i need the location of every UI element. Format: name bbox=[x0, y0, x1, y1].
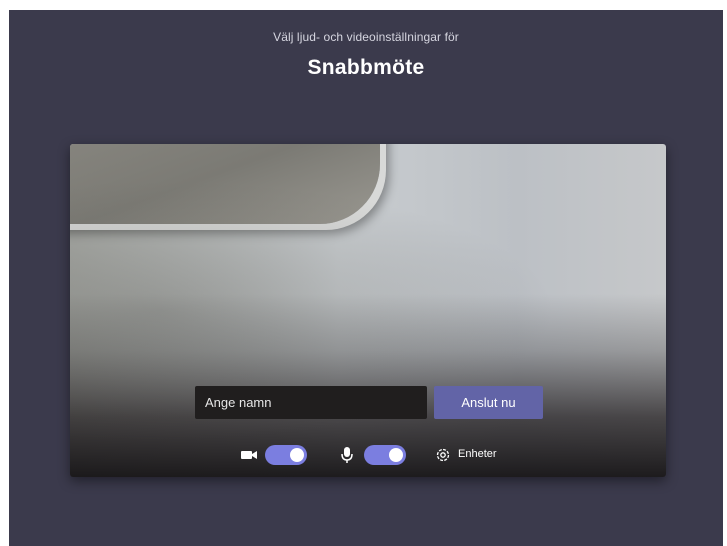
microphone-toggle-knob bbox=[389, 448, 403, 462]
settings-subtitle: Välj ljud- och videoinställningar för bbox=[273, 30, 459, 44]
microphone-toggle[interactable] bbox=[364, 445, 406, 465]
camera-preview: Anslut nu bbox=[70, 144, 666, 477]
microphone-icon bbox=[338, 446, 356, 464]
pre-join-screen: Välj ljud- och videoinställningar för Sn… bbox=[9, 10, 723, 546]
camera-toggle[interactable] bbox=[265, 445, 307, 465]
devices-button[interactable]: Enheter bbox=[458, 448, 497, 460]
device-controls: Enheter bbox=[70, 443, 666, 467]
name-input[interactable] bbox=[195, 386, 427, 419]
meeting-title: Snabbmöte bbox=[307, 56, 425, 79]
camera-toggle-knob bbox=[290, 448, 304, 462]
gear-icon[interactable] bbox=[434, 446, 452, 464]
video-camera-icon bbox=[240, 446, 258, 464]
preview-shading bbox=[70, 144, 666, 477]
join-now-button[interactable]: Anslut nu bbox=[434, 386, 543, 419]
